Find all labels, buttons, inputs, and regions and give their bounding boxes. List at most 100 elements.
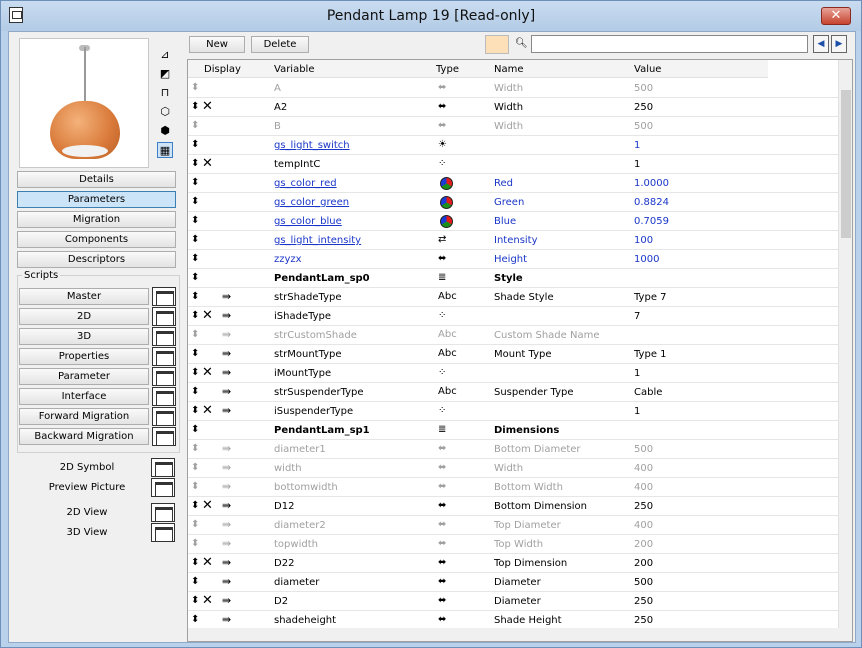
indent-icon[interactable]: ⇛ [222, 385, 231, 398]
table-row[interactable]: ⬍ ✕ ⇛ D12 ⬌ Bottom Dimension 250 [188, 497, 840, 516]
value-cell[interactable]: 7 [634, 311, 640, 322]
variable-cell[interactable]: diameter2 [274, 520, 326, 531]
value-cell[interactable]: 500 [634, 83, 653, 94]
variable-cell[interactable]: zzyzx [274, 254, 302, 265]
frame-icon[interactable]: ◩ [157, 66, 173, 82]
name-cell[interactable]: Suspender Type [494, 387, 574, 398]
value-cell[interactable]: 250 [634, 102, 653, 113]
table-row[interactable]: ⬍ gs_light_switch ☀ 1 [188, 136, 840, 155]
backward-migration-window-icon[interactable] [152, 427, 176, 446]
name-cell[interactable]: Height [494, 254, 527, 265]
value-cell[interactable]: 1 [634, 368, 640, 379]
variable-cell[interactable]: gs_light_intensity [274, 235, 361, 246]
drag-handle-icon[interactable]: ⬍ [191, 519, 199, 530]
value-cell[interactable]: 1 [634, 159, 640, 170]
name-cell[interactable]: Top Dimension [494, 558, 567, 569]
drag-handle-icon[interactable]: ⬍ [191, 158, 199, 169]
variable-cell[interactable]: A [274, 83, 281, 94]
indent-icon[interactable]: ⇛ [222, 575, 231, 588]
parameters-button[interactable]: Parameters [17, 191, 176, 208]
drag-handle-icon[interactable]: ⬍ [191, 310, 199, 321]
variable-cell[interactable]: iShadeType [274, 311, 331, 322]
drag-handle-icon[interactable]: ⬍ [191, 595, 199, 606]
table-row[interactable]: ⬍ ⇛ width ⬌ Width 400 [188, 459, 840, 478]
descriptors-button[interactable]: Descriptors [17, 251, 176, 268]
hidden-x-icon[interactable]: ✕ [202, 365, 213, 380]
value-cell[interactable]: 400 [634, 463, 653, 474]
parameter-window-icon[interactable] [152, 367, 176, 386]
variable-cell[interactable]: strShadeType [274, 292, 342, 303]
hidden-x-icon[interactable]: ✕ [202, 498, 213, 513]
variable-cell[interactable]: width [274, 463, 302, 474]
properties-window-icon[interactable] [152, 347, 176, 366]
name-cell[interactable]: Red [494, 178, 513, 189]
drag-handle-icon[interactable]: ⬍ [191, 557, 199, 568]
arrow-right-icon[interactable]: ▶ [831, 35, 847, 53]
table-row[interactable]: ⬍ ✕ ⇛ iMountType ⁘ 1 [188, 364, 840, 383]
variable-cell[interactable]: strSuspenderType [274, 387, 364, 398]
scroll-thumb[interactable] [841, 90, 851, 238]
table-row[interactable]: ⬍ ⇛ strShadeType Abc Shade Style Type 7 [188, 288, 840, 307]
table-row[interactable]: ⬍ ✕ ⇛ iSuspenderType ⁘ 1 [188, 402, 840, 421]
variable-cell[interactable]: iSuspenderType [274, 406, 353, 417]
indent-icon[interactable]: ⇛ [222, 366, 231, 379]
value-cell[interactable]: 250 [634, 615, 653, 626]
variable-cell[interactable]: topwidth [274, 539, 318, 550]
table-row[interactable]: ⬍ ⇛ bottomwidth ⬌ Bottom Width 400 [188, 478, 840, 497]
table-row[interactable]: ⬍ gs_color_red Red 1.0000 [188, 174, 840, 193]
hidden-x-icon[interactable]: ✕ [202, 99, 213, 114]
drag-handle-icon[interactable]: ⬍ [191, 576, 199, 587]
2d-symbol-window-icon[interactable] [151, 458, 175, 477]
variable-cell[interactable]: gs_light_switch [274, 140, 350, 151]
forward-migration-window-icon[interactable] [152, 407, 176, 426]
value-cell[interactable]: 1 [634, 406, 640, 417]
drag-handle-icon[interactable]: ⬍ [191, 348, 199, 359]
properties-script-button[interactable]: Properties [19, 348, 149, 365]
3d-view-window-icon[interactable] [151, 523, 175, 542]
name-cell[interactable]: Top Diameter [494, 520, 561, 531]
table-row[interactable]: ⬍ ✕ ⇛ D22 ⬌ Top Dimension 200 [188, 554, 840, 573]
header-variable[interactable]: Variable [274, 64, 315, 75]
value-cell[interactable]: 250 [634, 501, 653, 512]
search-input[interactable] [531, 35, 808, 53]
drag-handle-icon[interactable]: ⬍ [191, 405, 199, 416]
name-cell[interactable]: Style [494, 273, 523, 284]
table-row[interactable]: ⬍ gs_color_green Green 0.8824 [188, 193, 840, 212]
variable-cell[interactable]: tempIntC [274, 159, 320, 170]
value-cell[interactable]: 100 [634, 235, 653, 246]
table-row[interactable]: ⬍ ✕ ⇛ D2 ⬌ Diameter 250 [188, 592, 840, 611]
name-cell[interactable]: Custom Shade Name [494, 330, 599, 341]
header-value[interactable]: Value [634, 64, 661, 75]
table-row[interactable]: ⬍ zzyzx ⬌ Height 1000 [188, 250, 840, 269]
variable-cell[interactable]: D22 [274, 558, 294, 569]
header-display[interactable]: Display [204, 64, 241, 75]
name-cell[interactable]: Top Width [494, 539, 543, 550]
hidden-x-icon[interactable]: ✕ [202, 156, 213, 171]
name-cell[interactable]: Width [494, 83, 523, 94]
2d-script-button[interactable]: 2D [19, 308, 149, 325]
value-cell[interactable]: 400 [634, 482, 653, 493]
value-cell[interactable]: 1 [634, 140, 640, 151]
drag-handle-icon[interactable]: ⬍ [191, 234, 199, 245]
drag-handle-icon[interactable]: ⬍ [191, 177, 199, 188]
variable-cell[interactable]: gs_color_blue [274, 216, 342, 227]
variable-cell[interactable]: gs_color_red [274, 178, 337, 189]
table-row[interactable]: ⬍ ✕ A2 ⬌ Width 250 [188, 98, 840, 117]
drag-handle-icon[interactable]: ⬍ [191, 272, 199, 283]
drag-handle-icon[interactable]: ⬍ [191, 462, 199, 473]
value-cell[interactable]: 200 [634, 558, 653, 569]
value-cell[interactable]: 500 [634, 121, 653, 132]
migration-button[interactable]: Migration [17, 211, 176, 228]
table-row[interactable]: ⬍ ✕ tempIntC ⁘ 1 [188, 155, 840, 174]
2d-window-icon[interactable] [152, 307, 176, 326]
name-cell[interactable]: Bottom Dimension [494, 501, 587, 512]
color-swatch[interactable] [485, 35, 509, 54]
drag-handle-icon[interactable]: ⬍ [191, 101, 199, 112]
variable-cell[interactable]: PendantLam_sp1 [274, 425, 370, 436]
name-cell[interactable]: Blue [494, 216, 516, 227]
drag-handle-icon[interactable]: ⬍ [191, 367, 199, 378]
indent-icon[interactable]: ⇛ [222, 347, 231, 360]
name-cell[interactable]: Bottom Diameter [494, 444, 581, 455]
table-row[interactable]: ⬍ ⇛ diameter2 ⬌ Top Diameter 400 [188, 516, 840, 535]
table-row[interactable]: ⬍ PendantLam_sp0 ≣ Style [188, 269, 840, 288]
